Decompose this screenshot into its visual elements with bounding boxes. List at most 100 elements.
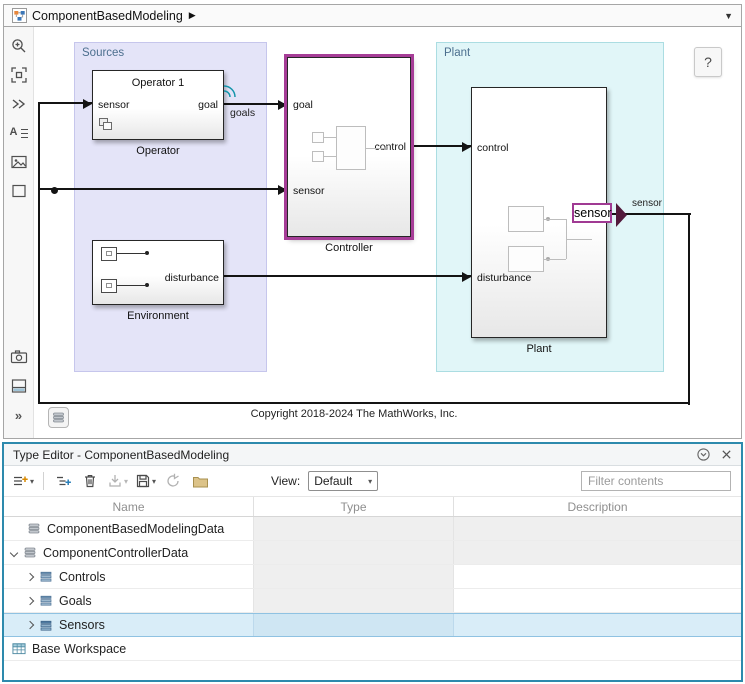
plant-caption[interactable]: Plant xyxy=(471,343,607,355)
type-cell[interactable] xyxy=(253,614,453,636)
controller-caption[interactable]: Controller xyxy=(287,242,411,254)
delete-button[interactable] xyxy=(78,469,102,493)
goals-signal-label[interactable]: goals xyxy=(230,107,255,119)
operator-caption[interactable]: Operator xyxy=(92,145,224,157)
row-name[interactable]: Base Workspace xyxy=(32,642,126,656)
row-name[interactable]: Sensors xyxy=(59,618,105,632)
row-name[interactable]: Controls xyxy=(59,570,106,584)
fit-to-view-icon[interactable] xyxy=(8,64,30,86)
image-icon[interactable] xyxy=(8,151,30,173)
breadcrumb-model-name[interactable]: ComponentBasedModeling xyxy=(32,9,183,23)
wire-sensor-bottom[interactable] xyxy=(38,402,690,404)
open-export-button[interactable] xyxy=(188,469,212,493)
table-row-base-workspace[interactable]: Base Workspace xyxy=(4,637,741,661)
operator-block[interactable]: Operator 1 sensor goal xyxy=(92,70,224,140)
type-cell[interactable] xyxy=(253,517,453,540)
description-cell[interactable] xyxy=(453,614,741,636)
column-header-description: Description xyxy=(453,497,741,516)
breadcrumb-caret-icon[interactable]: ▶ xyxy=(189,10,196,21)
controller-out-port-label: control xyxy=(374,141,406,153)
forward-arrows-icon[interactable] xyxy=(8,93,30,115)
table-row-selected[interactable]: Sensors xyxy=(4,613,741,637)
description-cell[interactable] xyxy=(453,565,741,588)
close-panel-icon[interactable] xyxy=(721,449,732,460)
add-bus-element-button[interactable] xyxy=(51,469,75,493)
plant-disturbance-port-label: disturbance xyxy=(477,272,531,284)
environment-block[interactable]: disturbance xyxy=(92,240,224,305)
bus-object-icon xyxy=(23,546,37,559)
view-label: View: xyxy=(271,474,300,488)
description-cell[interactable] xyxy=(453,589,741,612)
wire-junction-dot[interactable] xyxy=(51,187,58,194)
base-workspace-icon xyxy=(12,642,26,655)
sensor-signal-tag[interactable]: sensor xyxy=(572,203,612,223)
chevron-down-icon[interactable] xyxy=(10,548,18,556)
chevron-right-icon[interactable] xyxy=(26,572,34,580)
type-cell[interactable] xyxy=(253,565,453,588)
type-editor-titlebar: Type Editor - ComponentBasedModeling xyxy=(4,444,741,466)
type-editor-panel: Type Editor - ComponentBasedModeling ▾ xyxy=(2,442,743,682)
controller-block[interactable]: goal sensor control xyxy=(287,57,411,237)
help-button[interactable]: ? xyxy=(694,47,722,77)
annotation-icon[interactable]: A xyxy=(8,122,30,144)
bus-element-icon xyxy=(39,594,53,607)
view-select[interactable]: Default ▾ xyxy=(308,471,378,491)
expand-toolbar-icon[interactable]: » xyxy=(8,404,30,426)
row-name[interactable]: ComponentControllerData xyxy=(43,546,188,560)
model-canvas[interactable]: Sources Plant Operator 1 s xyxy=(34,27,741,438)
arrowhead-plant-disturbance xyxy=(462,272,471,282)
breadcrumb[interactable]: ComponentBasedModeling ▶ ▼ xyxy=(3,4,742,27)
view-select-value: Default xyxy=(314,474,352,488)
description-cell[interactable] xyxy=(453,541,741,564)
sensor-tag-arrow-icon xyxy=(616,203,627,227)
area-box-icon[interactable] xyxy=(8,180,30,202)
column-header-name: Name xyxy=(4,497,253,516)
arrowhead-plant-control xyxy=(462,142,471,152)
row-name[interactable]: Goals xyxy=(59,594,92,608)
table-row[interactable]: ComponentBasedModelingData xyxy=(4,517,741,541)
wire-disturbance[interactable] xyxy=(224,275,471,277)
controller-sensor-port-label: sensor xyxy=(293,185,325,197)
editor-body: A xyxy=(3,27,742,439)
operator-block-title: Operator 1 xyxy=(93,77,223,89)
breadcrumb-menu-icon[interactable]: ▼ xyxy=(724,11,733,21)
controller-goal-port-label: goal xyxy=(293,99,313,111)
plant-control-port-label: control xyxy=(477,142,509,154)
filter-contents-input[interactable] xyxy=(581,471,731,491)
import-button[interactable]: ▾ xyxy=(105,469,130,493)
wire-sensor-left[interactable] xyxy=(38,102,40,404)
arrowhead-operator-sensor xyxy=(83,99,92,109)
chevron-right-icon[interactable] xyxy=(26,596,34,604)
type-cell[interactable] xyxy=(253,589,453,612)
sensor-signal-label[interactable]: sensor xyxy=(632,198,662,209)
environment-caption[interactable]: Environment xyxy=(92,310,224,322)
minimize-panel-icon[interactable] xyxy=(697,448,710,461)
table-row[interactable]: Goals xyxy=(4,589,741,613)
table-row[interactable]: ComponentControllerData xyxy=(4,541,741,565)
bus-element-icon xyxy=(39,619,53,632)
zoom-in-icon[interactable] xyxy=(8,35,30,57)
editor-palette: A xyxy=(4,27,34,438)
add-bus-object-button[interactable]: ▾ xyxy=(10,469,36,493)
controller-preview xyxy=(312,132,324,143)
type-cell[interactable] xyxy=(253,541,453,564)
description-cell[interactable] xyxy=(453,517,741,540)
refresh-button[interactable] xyxy=(161,469,185,493)
arrowhead-controller-goal xyxy=(278,100,287,110)
table-header: Name Type Description xyxy=(4,496,741,517)
panels-icon[interactable] xyxy=(8,375,30,397)
arrowhead-controller-sensor xyxy=(278,185,287,195)
signal-logging-icon[interactable] xyxy=(223,83,237,99)
save-button[interactable]: ▾ xyxy=(133,469,158,493)
table-row[interactable]: Controls xyxy=(4,565,741,589)
data-dictionary-badge[interactable] xyxy=(48,407,69,428)
environment-out-port-label: disturbance xyxy=(165,272,219,284)
row-name[interactable]: ComponentBasedModelingData xyxy=(47,522,224,536)
plant-preview xyxy=(508,206,544,232)
copyright-annotation: Copyright 2018-2024 The MathWorks, Inc. xyxy=(239,408,469,420)
wire-sensor-right[interactable] xyxy=(688,213,690,405)
chevron-right-icon[interactable] xyxy=(26,621,34,629)
bus-object-icon xyxy=(27,522,41,535)
viewmarks-icon[interactable] xyxy=(8,346,30,368)
wire-sensor-to-controller[interactable] xyxy=(38,188,287,190)
